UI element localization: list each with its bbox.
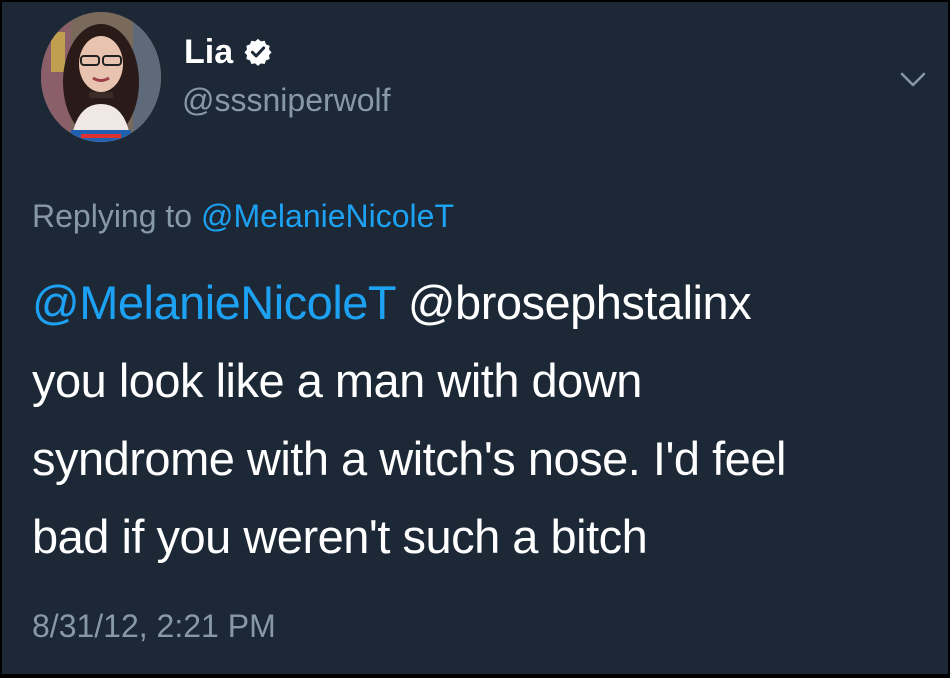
tweet-timestamp[interactable]: 8/31/12, 2:21 PM: [32, 606, 276, 646]
body-line: bad if you weren't such a bitch: [32, 510, 648, 563]
replying-to-mention[interactable]: @MelanieNicoleT: [201, 198, 454, 234]
author-name[interactable]: Lia: [184, 32, 273, 72]
mention-link[interactable]: @MelanieNicoleT: [32, 276, 396, 329]
verified-badge-icon: [243, 37, 273, 67]
chevron-down-icon[interactable]: [898, 68, 928, 92]
body-line: syndrome with a witch's nose. I'd feel: [32, 432, 786, 485]
tweet-card: Lia @sssniperwolf Replying to @MelanieNi…: [2, 2, 948, 674]
avatar[interactable]: [41, 12, 161, 142]
author-display-name[interactable]: Lia: [184, 32, 233, 72]
mentions-line: @MelanieNicoleT @brosephstalinx: [32, 264, 932, 342]
body-line: you look like a man with down: [32, 354, 642, 407]
tweet-body: @MelanieNicoleT @brosephstalinx you look…: [32, 264, 932, 576]
mention-plain[interactable]: @brosephstalinx: [408, 276, 752, 329]
avatar-image: [41, 12, 161, 142]
replying-to-line: Replying to @MelanieNicoleT: [32, 196, 454, 236]
replying-to-label: Replying to: [32, 198, 201, 234]
author-handle[interactable]: @sssniperwolf: [182, 80, 391, 120]
